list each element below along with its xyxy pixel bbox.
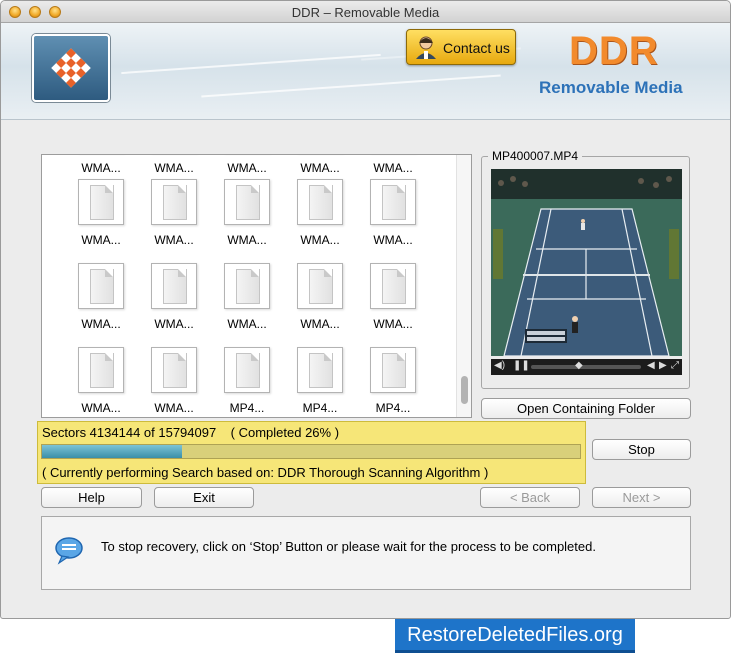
tennis-video-frame (491, 169, 682, 356)
file-name: MP4... (375, 401, 411, 415)
file-icon (224, 179, 270, 225)
help-button[interactable]: Help (41, 487, 142, 508)
file-icon (370, 347, 416, 393)
step-back-icon[interactable]: ◀ (647, 360, 655, 371)
info-message: To stop recovery, click on ‘Stop’ Button… (101, 539, 596, 554)
next-button[interactable]: Next > (592, 487, 691, 508)
file-name: WMA... (81, 317, 121, 331)
file-name: WMA... (373, 317, 413, 331)
file-item[interactable]: WMA... (281, 179, 353, 259)
file-item[interactable]: WMA... (354, 263, 426, 343)
file-name: WMA... (81, 401, 121, 415)
sectors-status: Sectors 4134144 of 15794097 ( Completed … (42, 425, 340, 440)
file-item[interactable]: WMA... (135, 179, 207, 259)
files-scrollbar[interactable] (456, 155, 471, 417)
file-name: WMA... (154, 401, 194, 415)
app-logo (32, 34, 110, 102)
step-forward-icon[interactable]: ▶ (659, 360, 667, 371)
file-icon (370, 179, 416, 225)
watermark-banner[interactable]: RestoreDeletedFiles.org (395, 619, 635, 653)
volume-icon[interactable]: ◀) (494, 360, 505, 371)
exit-button[interactable]: Exit (154, 487, 254, 508)
file-name: WMA... (154, 317, 194, 331)
scan-progress-fill (42, 445, 182, 458)
header-banner: Contact us DDR Removable Media (1, 23, 730, 120)
file-item[interactable]: WMA... (208, 179, 280, 259)
file-name: WMA... (154, 233, 194, 247)
progress-panel: Sectors 4134144 of 15794097 ( Completed … (37, 421, 586, 484)
app-window: DDR – Removable Media Contact us DDR Rem… (0, 0, 731, 619)
checker-logo-icon (51, 48, 91, 88)
file-icon (78, 263, 124, 309)
window-title: DDR – Removable Media (291, 5, 440, 20)
scan-algorithm-status: ( Currently performing Search based on: … (42, 465, 489, 480)
contact-us-button[interactable]: Contact us (406, 29, 516, 65)
file-icon (297, 347, 343, 393)
contact-us-label: Contact us (443, 40, 510, 56)
brand-title: DDR (569, 29, 659, 73)
file-item[interactable]: MP4... (354, 347, 426, 417)
stop-button[interactable]: Stop (592, 439, 691, 460)
file-item[interactable]: WMA... (135, 263, 207, 343)
file-name: WMA... (300, 317, 340, 331)
file-name: MP4... (302, 401, 338, 415)
file-item[interactable]: WMA... (135, 347, 207, 417)
video-preview[interactable] (491, 169, 682, 356)
back-button[interactable]: < Back (480, 487, 580, 508)
file-item[interactable]: MP4... (281, 347, 353, 417)
pause-icon[interactable]: ❚❚ (513, 360, 530, 371)
recovered-files-view[interactable]: WMA... WMA... WMA... WMA... WMA... WMA... WMA.… (41, 154, 472, 418)
file-name: WMA... (227, 317, 267, 331)
file-name: WMA... (81, 161, 121, 175)
file-icon (370, 263, 416, 309)
file-icon (78, 347, 124, 393)
fullscreen-icon[interactable]: ⤢ (671, 360, 679, 371)
file-item[interactable]: WMA... (62, 263, 134, 343)
info-message-panel: To stop recovery, click on ‘Stop’ Button… (41, 516, 691, 590)
file-name: MP4... (229, 401, 265, 415)
file-name: WMA... (373, 233, 413, 247)
file-icon (78, 179, 124, 225)
file-icon (297, 263, 343, 309)
seek-handle-icon[interactable]: ◆ (575, 360, 583, 371)
title-bar: DDR – Removable Media (1, 1, 730, 23)
file-item[interactable]: WMA... (62, 347, 134, 417)
file-icon (151, 347, 197, 393)
file-item[interactable]: MP4... (208, 347, 280, 417)
file-icon (151, 263, 197, 309)
open-containing-folder-button[interactable]: Open Containing Folder (481, 398, 691, 419)
file-name: WMA... (300, 161, 340, 175)
file-icon (151, 179, 197, 225)
preview-panel: MP400007.MP4 ◀) ❚❚ ◆ ◀ ▶ ⤢ (481, 149, 690, 389)
file-item[interactable]: WMA... (281, 263, 353, 343)
file-name: WMA... (81, 233, 121, 247)
preview-filename: MP400007.MP4 (488, 149, 583, 163)
file-item[interactable]: WMA... (208, 263, 280, 343)
file-item[interactable]: WMA... (62, 179, 134, 259)
file-icon (224, 347, 270, 393)
file-name: WMA... (300, 233, 340, 247)
files-scroll-thumb[interactable] (461, 376, 468, 404)
file-name: WMA... (227, 233, 267, 247)
support-person-icon (416, 36, 436, 59)
product-subtitle: Removable Media (539, 78, 683, 97)
file-icon (224, 263, 270, 309)
file-icon (297, 179, 343, 225)
scan-progress-bar (41, 444, 581, 459)
file-item[interactable]: WMA... (354, 179, 426, 259)
file-name: WMA... (154, 161, 194, 175)
video-controls[interactable]: ◀) ❚❚ ◆ ◀ ▶ ⤢ (491, 359, 682, 375)
video-seek-bar[interactable] (531, 365, 641, 369)
speech-bubble-icon (55, 537, 83, 565)
file-name: WMA... (227, 161, 267, 175)
file-name: WMA... (373, 161, 413, 175)
